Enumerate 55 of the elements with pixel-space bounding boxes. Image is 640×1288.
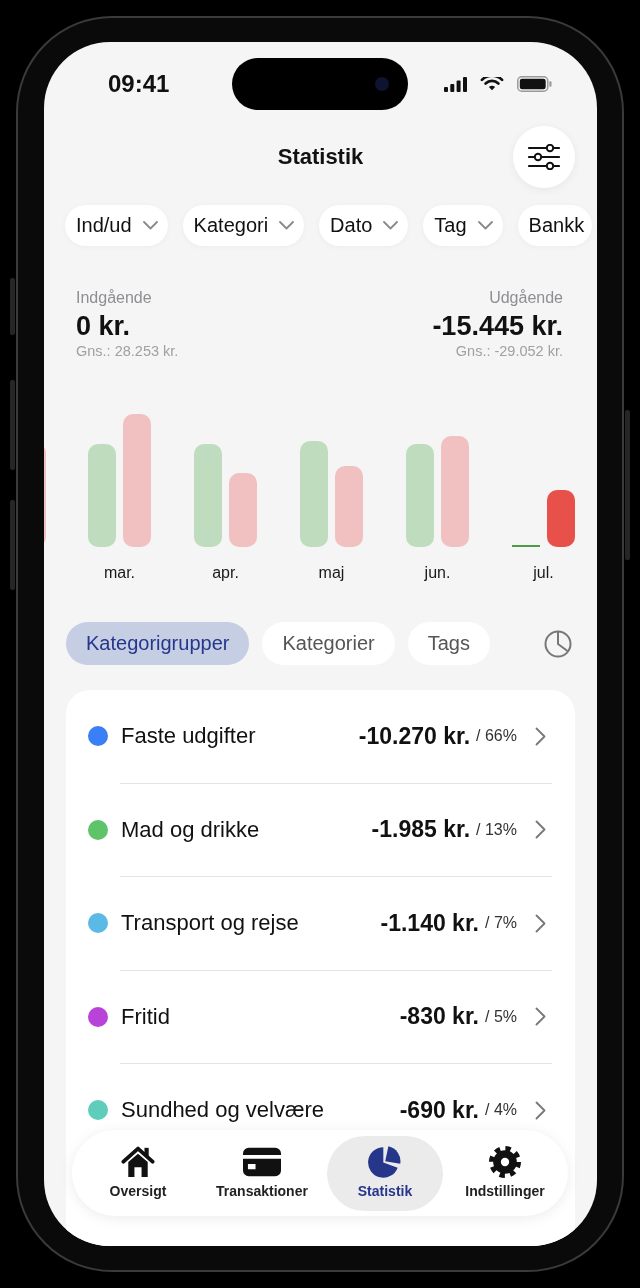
income-amount: 0 kr. bbox=[76, 310, 131, 342]
credit-card-icon bbox=[243, 1145, 281, 1178]
tab-bar-item[interactable]: Statistik bbox=[327, 1135, 443, 1211]
expense-amount: -15.445 kr. bbox=[432, 310, 563, 342]
income-average: Gns.: 28.253 kr. bbox=[76, 342, 179, 360]
tab-bar-item[interactable]: Indstillinger bbox=[447, 1135, 563, 1211]
category-name: Fritid bbox=[121, 1003, 171, 1030]
month-label: apr. bbox=[212, 563, 239, 583]
category-amount: -830 kr. bbox=[399, 1003, 479, 1031]
pie-chart-icon bbox=[368, 1145, 402, 1178]
month-label: mar. bbox=[103, 563, 136, 583]
filter-chip[interactable]: Bankk bbox=[517, 205, 593, 246]
category-share: / 13% bbox=[476, 820, 517, 839]
filter-chip[interactable]: Tag bbox=[423, 205, 503, 246]
category-name: Mad og drikke bbox=[121, 816, 261, 843]
filter-chip[interactable]: Dato bbox=[319, 205, 409, 246]
segment-tab[interactable]: Kategorier bbox=[262, 622, 395, 665]
tab-bar-item[interactable]: Transaktioner bbox=[204, 1135, 320, 1211]
pie-chart-icon[interactable] bbox=[544, 629, 572, 658]
category-name: Sundhed og velvære bbox=[121, 1097, 326, 1124]
expense-average: Gns.: -29.052 kr. bbox=[455, 342, 563, 360]
segment-tab[interactable]: Kategorigrupper bbox=[66, 622, 250, 665]
phone-side-key bbox=[10, 278, 15, 335]
category-share: / 66% bbox=[476, 727, 517, 746]
wifi-icon bbox=[480, 77, 504, 91]
month-label: jun. bbox=[424, 563, 451, 583]
chevron-right-icon[interactable] bbox=[535, 820, 546, 840]
page-title: Statistik bbox=[277, 144, 364, 170]
sliders-icon bbox=[528, 144, 560, 170]
category-name: Faste udgifter bbox=[121, 723, 257, 750]
category-amount: -1.140 kr. bbox=[380, 909, 479, 937]
category-amount: -690 kr. bbox=[399, 1096, 479, 1124]
home-icon bbox=[121, 1145, 155, 1178]
category-share: / 5% bbox=[485, 1007, 517, 1026]
gear-icon bbox=[489, 1145, 521, 1178]
expense-label: Udgående bbox=[489, 288, 563, 307]
chevron-right-icon[interactable] bbox=[535, 913, 546, 933]
category-share: / 4% bbox=[485, 1101, 517, 1120]
status-time: 09:41 bbox=[108, 70, 170, 98]
chevron-right-icon[interactable] bbox=[535, 726, 546, 746]
chevron-right-icon[interactable] bbox=[535, 1007, 546, 1027]
income-label: Indgående bbox=[76, 288, 152, 307]
segment-tab[interactable]: Tags bbox=[407, 622, 490, 665]
battery-icon bbox=[517, 76, 552, 92]
category-amount: -1.985 kr. bbox=[371, 816, 471, 844]
category-name: Transport og rejse bbox=[121, 910, 300, 937]
month-label: jul. bbox=[533, 563, 554, 583]
tab-bar-item[interactable]: Oversigt bbox=[80, 1135, 196, 1211]
filter-chip[interactable]: Kategori bbox=[182, 205, 305, 246]
category-share: / 7% bbox=[485, 914, 517, 933]
filter-chip[interactable]: Ind/ud bbox=[65, 205, 168, 246]
month-label: maj bbox=[318, 563, 345, 583]
category-amount: -10.270 kr. bbox=[358, 722, 471, 750]
signal-icon bbox=[444, 76, 467, 92]
chevron-right-icon[interactable] bbox=[535, 1100, 546, 1120]
